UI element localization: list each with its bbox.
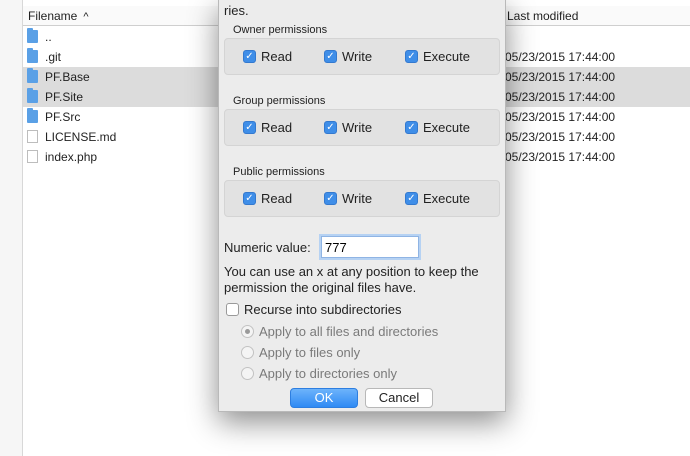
filename-column-header[interactable]: Filename ^ — [23, 6, 223, 26]
owner-permissions-title: Owner permissions — [233, 24, 328, 36]
checkbox-label: Write — [342, 120, 373, 135]
folder-icon — [27, 88, 38, 103]
radio-button — [241, 346, 254, 359]
checkbox-label: Execute — [423, 49, 470, 64]
file-modified: 05/23/2015 17:44:00 — [505, 50, 616, 64]
document-icon — [27, 150, 38, 163]
folder-icon — [27, 28, 38, 43]
checkbox-label: Write — [342, 191, 373, 206]
ok-button[interactable]: OK — [290, 388, 358, 408]
cancel-button[interactable]: Cancel — [365, 388, 433, 408]
checkmark-icon: ✓ — [243, 192, 256, 205]
checkmark-icon: ✓ — [324, 192, 337, 205]
checkmark-icon: ✓ — [405, 121, 418, 134]
checkbox-label: Read — [261, 120, 293, 135]
checkmark-icon: ✓ — [405, 192, 418, 205]
folder-icon — [27, 48, 38, 63]
checkbox-label: Read — [261, 191, 293, 206]
radio-button — [241, 367, 254, 380]
file-name: .git — [45, 50, 62, 64]
file-name: LICENSE.md — [45, 130, 117, 144]
last-modified-header-label: Last modified — [507, 9, 579, 23]
file-name: PF.Site — [45, 90, 84, 104]
hint-line-2: permission the original files have. — [224, 280, 417, 295]
file-modified: 05/23/2015 17:44:00 — [505, 130, 616, 144]
checkmark-icon: ✓ — [243, 50, 256, 63]
radio-label: Apply to all files and directories — [259, 324, 439, 339]
public-permissions-title: Public permissions — [233, 166, 325, 178]
filename-header-label: Filename — [28, 9, 78, 23]
radio-label: Apply to directories only — [259, 366, 398, 381]
recurse-label: Recurse into subdirectories — [244, 302, 402, 317]
checkmark-icon: ✓ — [324, 50, 337, 63]
change-permissions-dialog: ries. Owner permissions ✓ Read ✓ Write ✓ Ex… — [218, 0, 506, 412]
file-name: PF.Base — [45, 70, 90, 84]
sort-ascending-icon: ^ — [83, 11, 89, 23]
checkbox-label: Read — [261, 49, 293, 64]
checkbox-label: Execute — [423, 191, 470, 206]
checkmark-icon: ✓ — [243, 121, 256, 134]
public-permissions-group: ✓ Read ✓ Write ✓ Execute — [224, 180, 500, 217]
checkbox-label: Execute — [423, 120, 470, 135]
owner-permissions-group: ✓ Read ✓ Write ✓ Execute — [224, 38, 500, 75]
file-name: PF.Src — [45, 110, 81, 124]
file-modified: 05/23/2015 17:44:00 — [505, 90, 616, 104]
checkbox-label: Write — [342, 49, 373, 64]
file-name: .. — [45, 30, 52, 44]
last-modified-column-header[interactable]: Last modified — [505, 6, 690, 26]
group-permissions-group: ✓ Read ✓ Write ✓ Execute — [224, 109, 500, 146]
group-permissions-title: Group permissions — [233, 95, 326, 107]
numeric-value-label: Numeric value: — [224, 240, 311, 255]
checkmark-icon: ✓ — [324, 121, 337, 134]
radio-label: Apply to files only — [259, 345, 361, 360]
numeric-value-input[interactable] — [321, 236, 419, 258]
folder-icon — [27, 108, 38, 123]
file-modified: 05/23/2015 17:44:00 — [505, 110, 616, 124]
folder-icon — [27, 68, 38, 83]
file-name: index.php — [45, 150, 98, 164]
recurse-checkbox[interactable] — [226, 303, 239, 316]
left-gutter — [0, 0, 23, 456]
file-modified: 05/23/2015 17:44:00 — [505, 70, 616, 84]
hint-line-1: You can use an x at any position to keep… — [224, 264, 479, 279]
radio-button — [241, 325, 254, 338]
checkmark-icon: ✓ — [405, 50, 418, 63]
document-icon — [27, 130, 38, 143]
file-modified: 05/23/2015 17:44:00 — [505, 150, 616, 164]
dialog-header-text: ries. — [224, 3, 249, 18]
